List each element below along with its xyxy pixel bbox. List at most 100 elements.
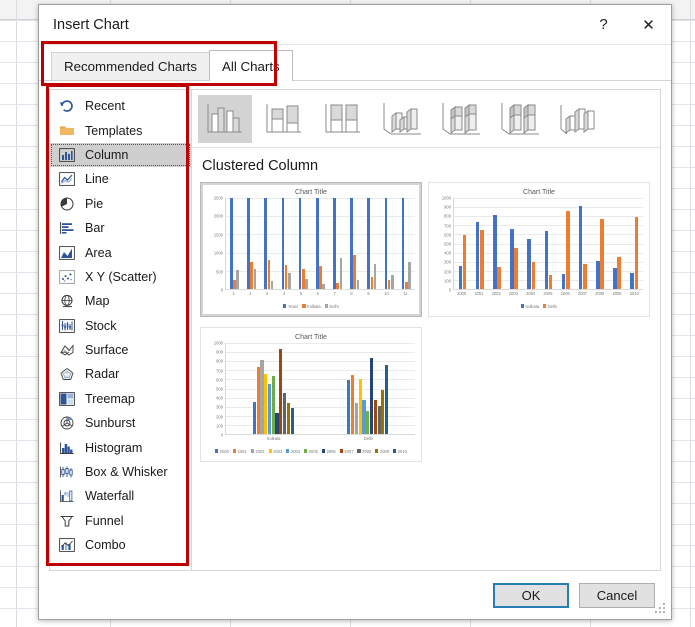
clustered-column-subtype[interactable]	[198, 94, 252, 143]
bar-groups	[226, 343, 415, 434]
ok-button[interactable]: OK	[493, 582, 569, 608]
bar	[347, 380, 351, 434]
bar-group	[578, 198, 587, 289]
sidebar-item-line[interactable]: Line	[50, 167, 191, 191]
sidebar-item-column[interactable]: Column	[50, 142, 191, 168]
sidebar-item-waterfall[interactable]: Waterfall	[50, 484, 191, 508]
subtype-icon-row[interactable]	[192, 90, 660, 148]
bar	[381, 390, 385, 434]
x-tick-label: 2001	[474, 291, 484, 296]
sidebar-item-stock[interactable]: Stock	[50, 314, 191, 338]
sidebar-item-treemap[interactable]: Treemap	[50, 387, 191, 411]
sidebar-item-bar[interactable]: Bar	[50, 216, 191, 240]
sidebar-item-templates[interactable]: Templates	[50, 118, 191, 142]
x-tick-label: 10	[384, 291, 389, 296]
column-chart-icon	[58, 147, 76, 163]
sidebar-item-radar[interactable]: Radar	[50, 362, 191, 386]
sidebar-item-histogram[interactable]: Histogram	[50, 435, 191, 459]
bar	[373, 263, 377, 289]
resize-grip[interactable]	[655, 603, 668, 616]
sidebar-item-pie[interactable]: Pie	[50, 192, 191, 216]
sidebar-item-label: Area	[85, 245, 112, 260]
sidebar-item-combo[interactable]: Combo	[50, 533, 191, 557]
sidebar-item-label: Column	[85, 147, 129, 162]
chart-preview-3[interactable]: Chart Title 0 100 200 300 400 500 600 700 800 900 1…	[200, 327, 422, 462]
y-tick-label: 1000	[213, 340, 223, 346]
legend-label: 2002	[255, 448, 265, 454]
histogram-chart-icon	[58, 440, 76, 456]
y-tick-label: 800	[216, 358, 223, 364]
y-tick-label: 1000	[441, 195, 451, 201]
chart-preview-2[interactable]: Chart Title 0 100 200 300 400 500 600 700 800 900 1…	[428, 182, 650, 317]
sidebar-item-box-whisker[interactable]: Box & Whisker	[50, 460, 191, 484]
legend-label: 2006	[326, 448, 336, 454]
x-tick-label: 11	[403, 291, 408, 296]
help-button[interactable]: ?	[581, 5, 626, 44]
bar	[333, 198, 336, 289]
chart-preview-gallery[interactable]: Chart Title 0 500 1000 1500 2000 2500 1 2 3 4 5 6 7 8 9…	[192, 182, 660, 570]
mini-chart-plot-area	[453, 198, 643, 290]
bar	[260, 360, 264, 434]
tab-recommended-charts[interactable]: Recommended Charts	[51, 52, 211, 80]
sidebar-item-sunburst[interactable]: Sunburst	[50, 411, 191, 435]
sidebar-item-surface[interactable]: Surface	[50, 338, 191, 362]
bar	[230, 198, 233, 289]
tab-all-charts[interactable]: All Charts	[209, 50, 293, 81]
sidebar-item-x-y-scatter[interactable]: X Y (Scatter)	[50, 265, 191, 289]
bar	[531, 261, 536, 289]
100-percent-stacked-column-subtype[interactable]	[316, 95, 370, 143]
funnel-chart-icon	[58, 513, 76, 529]
y-tick-label: 300	[216, 404, 223, 410]
bar	[565, 210, 570, 289]
sidebar-item-funnel[interactable]: Funnel	[50, 509, 191, 533]
mini-chart-plot: 0 500 1000 1500 2000 2500	[205, 196, 415, 293]
sidebar-item-label: Waterfall	[85, 489, 135, 504]
3d-100-percent-stacked-column-subtype[interactable]	[493, 95, 547, 143]
bar	[367, 198, 371, 289]
sidebar-item-label: X Y (Scatter)	[85, 269, 157, 284]
chart-preview-1[interactable]: Chart Title 0 500 1000 1500 2000 2500 1 2 3 4 5 6 7 8 9…	[200, 182, 422, 317]
sidebar-item-map[interactable]: Map	[50, 289, 191, 313]
bar	[493, 215, 497, 289]
bar	[514, 248, 518, 289]
mini-chart-plot-area	[225, 198, 415, 290]
x-tick-label: Kolkata	[266, 436, 281, 441]
stacked-column-subtype[interactable]	[257, 95, 311, 143]
bar-group	[561, 198, 570, 289]
legend-label: 2009	[379, 448, 390, 454]
sidebar-item-recent[interactable]: Recent	[50, 94, 191, 118]
sidebar-item-label: Radar	[85, 367, 120, 382]
y-tick-label: 2000	[213, 213, 223, 219]
chart-type-sidebar[interactable]: Recent Templates Column Line Pie Bar Area X Y (…	[49, 89, 191, 571]
bar-group	[458, 198, 467, 289]
close-icon[interactable]: ✕	[626, 5, 671, 44]
x-tick-label: 7	[333, 291, 336, 296]
3d-clustered-column-subtype[interactable]	[375, 95, 429, 143]
cancel-button[interactable]: Cancel	[579, 582, 655, 608]
bar-group	[347, 343, 389, 434]
legend-swatch	[250, 449, 254, 453]
y-tick-label: 500	[444, 241, 451, 247]
mini-chart-plot: 0 100 200 300 400 500 600 700 800 900 1000	[433, 195, 643, 293]
sidebar-item-label: Treemap	[85, 391, 135, 406]
mini-chart-title: Chart Title	[523, 189, 555, 196]
line-chart-icon	[58, 171, 76, 187]
bar	[617, 257, 622, 289]
bar	[256, 366, 260, 434]
y-tick-label: 400	[444, 250, 451, 256]
sidebar-item-label: Sunburst	[85, 416, 136, 431]
x-tick-label: 2000	[457, 291, 467, 296]
legend-item: 2010	[393, 449, 407, 454]
box-whisker-chart-icon	[58, 464, 76, 480]
dialog-body: Recent Templates Column Line Pie Bar Area X Y (…	[39, 81, 671, 571]
grip-dot	[659, 607, 661, 609]
sidebar-item-area[interactable]: Area	[50, 240, 191, 264]
tab-label: All Charts	[222, 58, 280, 74]
3d-stacked-column-subtype[interactable]	[434, 95, 488, 143]
mini-chart-title: Chart Title	[295, 334, 327, 341]
bar	[630, 272, 634, 289]
sidebar-item-label: Templates	[85, 123, 143, 138]
bar-group	[264, 198, 274, 289]
3d-column-subtype[interactable]	[552, 95, 606, 143]
bar	[596, 260, 600, 289]
